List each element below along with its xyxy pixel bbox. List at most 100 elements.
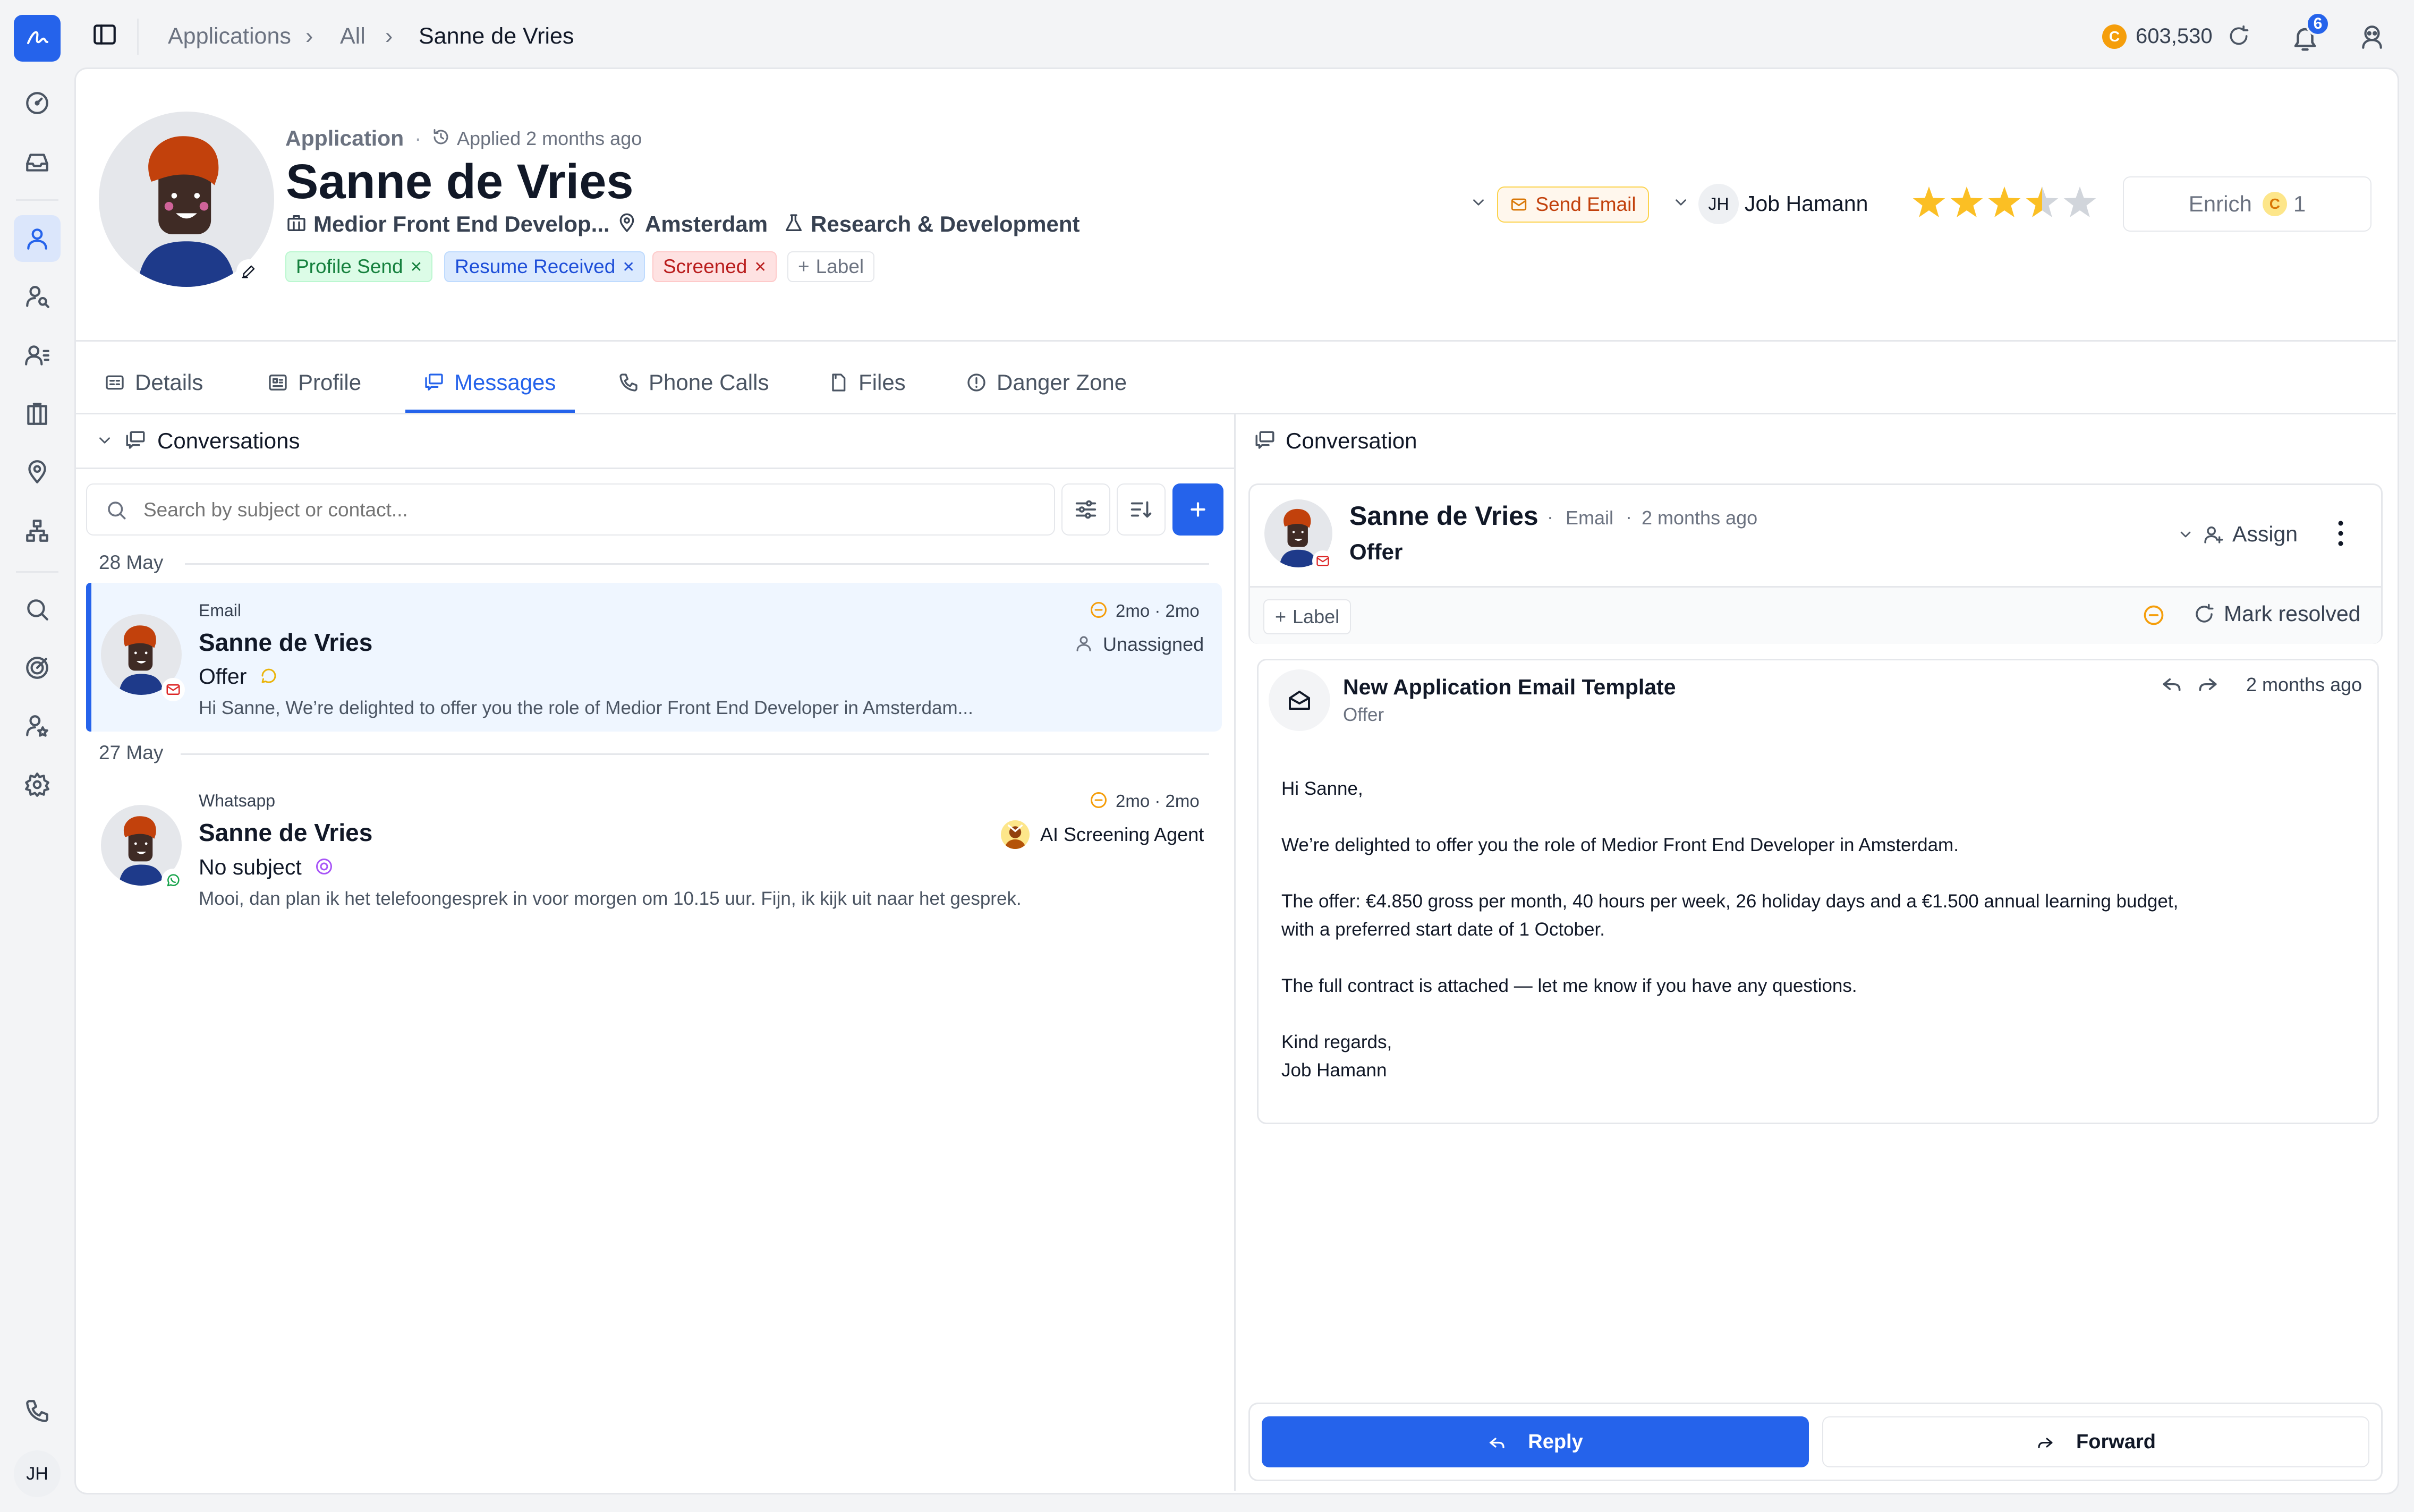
- mark-resolved-button[interactable]: Mark resolved: [2193, 601, 2360, 626]
- nav-talent[interactable]: [14, 703, 61, 750]
- chat-icon: [1255, 431, 1274, 449]
- refresh-icon: [2230, 25, 2249, 45]
- warning-icon: [967, 373, 985, 392]
- reply-icon[interactable]: [2160, 672, 2183, 695]
- chevron-down-icon[interactable]: [2177, 526, 2194, 543]
- rating-stars-graphic: [1912, 186, 2096, 217]
- assistant-button[interactable]: [2359, 23, 2385, 50]
- chevron-down-icon[interactable]: [1469, 193, 1488, 211]
- pending-status-icon: [1091, 792, 1107, 808]
- owner-avatar: JH: [1698, 184, 1739, 224]
- sort-button[interactable]: [1117, 483, 1166, 536]
- body-line: Hi Sanne,: [1281, 778, 1363, 799]
- breadcrumb-applications[interactable]: Applications: [168, 23, 291, 49]
- refresh-credits-button[interactable]: [2227, 24, 2250, 48]
- user-icon: [27, 228, 47, 250]
- user-star-icon: [26, 715, 48, 737]
- record-type-label: Application: [285, 126, 404, 150]
- user-initials: JH: [26, 1463, 48, 1484]
- pending-status-icon[interactable]: [2142, 604, 2165, 627]
- breadcrumb-current: Sanne de Vries: [419, 23, 574, 49]
- user-avatar[interactable]: JH: [14, 1450, 61, 1497]
- ai-agent-avatar: [1001, 820, 1030, 849]
- nav-settings[interactable]: [14, 761, 61, 808]
- more-vertical-icon: [2338, 521, 2343, 546]
- tab-profile[interactable]: Profile: [267, 351, 361, 414]
- new-conversation-button[interactable]: [1172, 483, 1223, 536]
- org-chart-icon: [26, 520, 48, 542]
- tab-label: Messages: [454, 370, 556, 395]
- send-email-button[interactable]: Send Email: [1497, 186, 1649, 223]
- nav-search[interactable]: [14, 586, 61, 633]
- more-options-button[interactable]: [2330, 520, 2351, 551]
- nav-org-chart[interactable]: [14, 507, 61, 554]
- nav-targets[interactable]: [14, 644, 61, 691]
- reply-button[interactable]: Reply: [1262, 1416, 1809, 1467]
- rating-stars[interactable]: [1910, 183, 2101, 224]
- app-logo[interactable]: [14, 15, 61, 62]
- ai-agent-icon: [1004, 824, 1026, 849]
- sidebar-toggle-icon: [94, 24, 116, 45]
- remove-tag-icon[interactable]: ×: [754, 256, 766, 278]
- enrich-button[interactable]: Enrich C 1: [2123, 176, 2372, 232]
- breadcrumb-all[interactable]: All: [340, 23, 366, 49]
- tag-profile-send[interactable]: Profile Send ×: [285, 251, 433, 282]
- nav-dashboard[interactable]: [14, 80, 61, 126]
- tab-messages[interactable]: Messages: [423, 351, 556, 414]
- add-label-text: Label: [815, 256, 864, 277]
- nav-phone[interactable]: [14, 1388, 61, 1434]
- star-3[interactable]: [1988, 186, 2021, 217]
- add-label-button[interactable]: + Label: [1263, 599, 1352, 634]
- forward-icon: [2038, 1438, 2053, 1448]
- tab-files[interactable]: Files: [828, 351, 906, 414]
- credits-coin-icon: C: [2102, 24, 2127, 49]
- department-link[interactable]: Research & Development: [811, 211, 1080, 237]
- coin-icon: C: [2262, 192, 2287, 216]
- star-5[interactable]: [2063, 186, 2096, 217]
- file-icon: [832, 373, 846, 392]
- date-group-label: 28 May: [99, 551, 164, 573]
- conversation-panel-title: Conversation: [1286, 428, 1417, 453]
- sidebar-toggle-button[interactable]: [91, 21, 123, 53]
- refresh-icon: [2196, 604, 2214, 623]
- ai-status-icon: [316, 859, 332, 874]
- nav-candidates[interactable]: [14, 215, 61, 262]
- tag-screened[interactable]: Screened ×: [652, 251, 777, 282]
- assign-label: Assign: [2232, 522, 2298, 546]
- edit-avatar-button[interactable]: [236, 259, 261, 284]
- add-label-button[interactable]: + Label: [787, 251, 875, 282]
- star-1[interactable]: [1912, 186, 1945, 217]
- assign-button[interactable]: Assign: [2203, 522, 2298, 547]
- remove-tag-icon[interactable]: ×: [411, 256, 422, 278]
- message-body: Hi Sanne, We’re delighted to offer you t…: [1281, 775, 2354, 1084]
- nav-locations[interactable]: [14, 449, 61, 496]
- tab-details[interactable]: Details: [104, 351, 203, 414]
- conversation-search[interactable]: [86, 483, 1055, 536]
- user-search-icon: [26, 286, 49, 308]
- location-link[interactable]: Amsterdam: [645, 211, 768, 237]
- mark-resolved-label: Mark resolved: [2224, 601, 2361, 626]
- owner-name[interactable]: Job Hamann: [1745, 191, 1868, 216]
- nav-search-people[interactable]: [14, 274, 61, 320]
- search-input[interactable]: [142, 494, 1037, 526]
- user-icon: [1076, 636, 1091, 651]
- chevron-down-icon[interactable]: [96, 431, 114, 449]
- nav-inbox[interactable]: [14, 139, 61, 186]
- nav-jobs[interactable]: [14, 390, 61, 437]
- send-email-label: Send Email: [1535, 193, 1636, 215]
- forward-button[interactable]: Forward: [1822, 1416, 2369, 1467]
- filter-button[interactable]: [1061, 483, 1110, 536]
- tab-phone-calls[interactable]: Phone Calls: [618, 351, 769, 414]
- plus-icon: +: [1275, 606, 1287, 627]
- building-icon: [27, 403, 47, 425]
- star-2[interactable]: [1950, 186, 1983, 217]
- tab-danger-zone[interactable]: Danger Zone: [966, 351, 1127, 414]
- notification-badge: 6: [2306, 12, 2330, 36]
- nav-contacts[interactable]: [14, 332, 61, 379]
- remove-tag-icon[interactable]: ×: [623, 256, 634, 278]
- tag-resume-received[interactable]: Resume Received ×: [444, 251, 645, 282]
- chevron-down-icon[interactable]: [1672, 193, 1690, 211]
- star-4[interactable]: [2026, 186, 2059, 217]
- job-title-link[interactable]: Medior Front End Develop...: [313, 211, 610, 237]
- forward-icon[interactable]: [2196, 672, 2220, 695]
